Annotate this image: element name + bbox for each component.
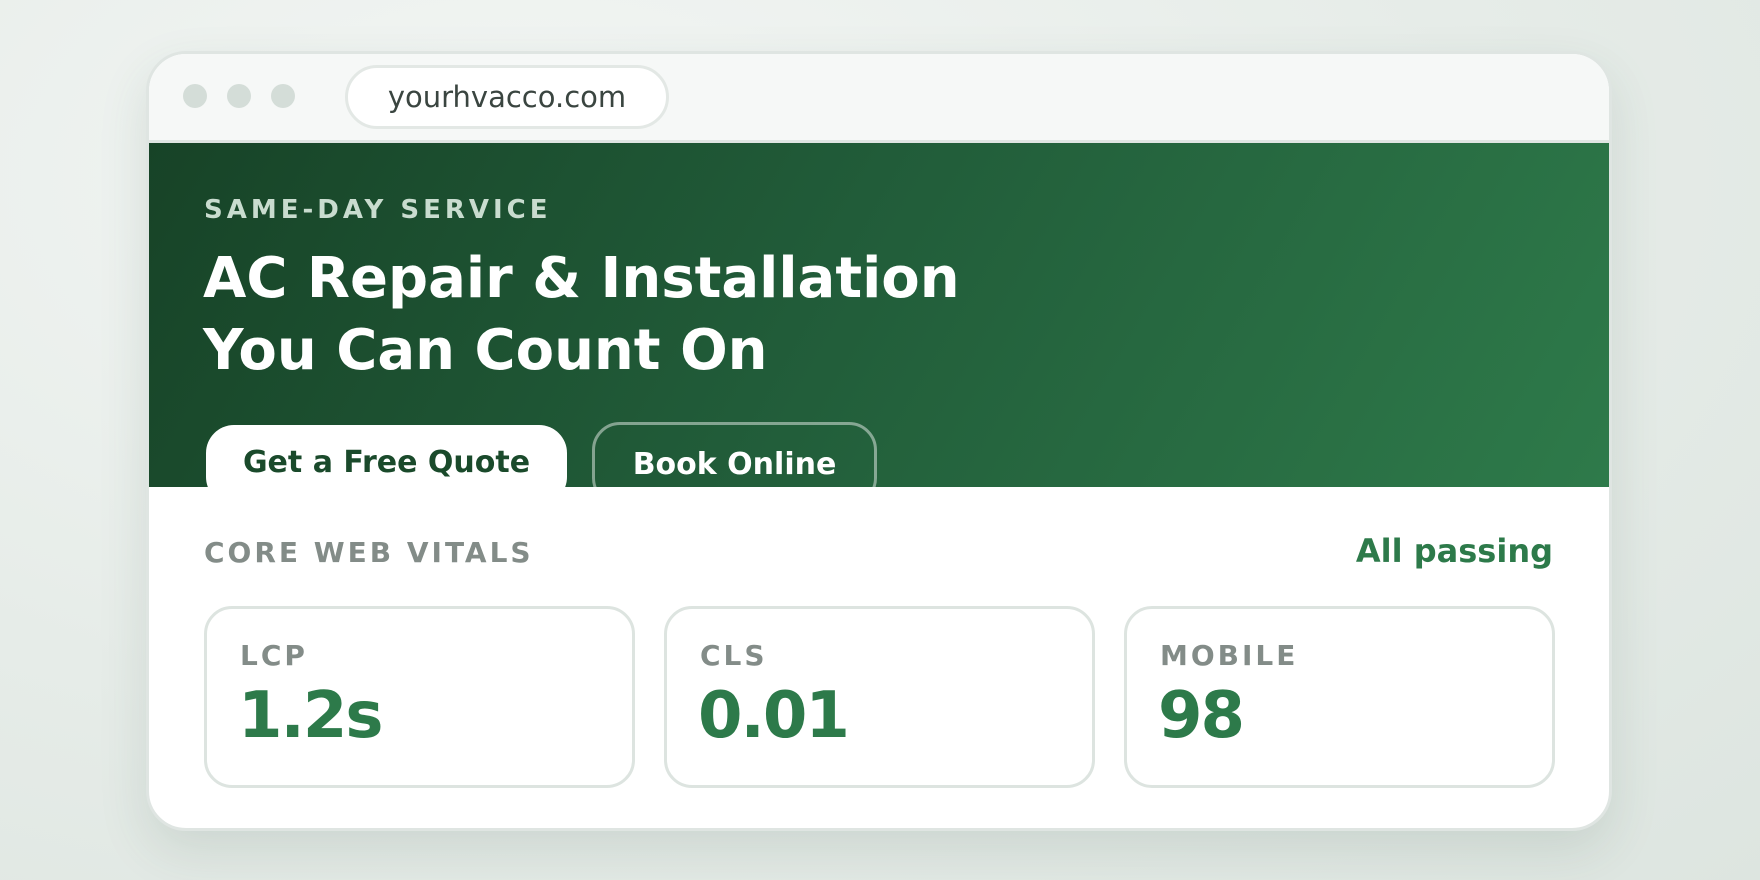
book-online-button[interactable]: Book Online	[592, 422, 877, 487]
core-web-vitals-title: CORE WEB VITALS	[204, 536, 534, 569]
browser-chrome: yourhvacco.com	[149, 54, 1609, 143]
hero-section: SAME-DAY SERVICE AC Repair & Installatio…	[149, 143, 1609, 487]
vital-card-value: 1.2s	[238, 679, 383, 753]
address-bar-url: yourhvacco.com	[387, 80, 627, 114]
browser-window: yourhvacco.com SAME-DAY SERVICE AC Repai…	[146, 51, 1612, 831]
vital-card-cls: CLS 0.01	[664, 606, 1095, 788]
vitals-status-badge: All passing	[1355, 532, 1553, 570]
hero-eyebrow: SAME-DAY SERVICE	[204, 195, 552, 225]
vital-card-label: LCP	[240, 639, 308, 672]
vital-card-label: CLS	[700, 639, 768, 672]
hero-headline: AC Repair & Installation You Can Count O…	[203, 243, 1103, 387]
hero-headline-line-2: You Can Count On	[203, 318, 768, 383]
window-minimize-dot[interactable]	[227, 84, 251, 108]
vital-card-lcp: LCP 1.2s	[204, 606, 635, 788]
vital-card-label: MOBILE	[1160, 639, 1299, 672]
get-free-quote-button[interactable]: Get a Free Quote	[206, 425, 567, 487]
vital-card-value: 98	[1158, 679, 1245, 753]
address-bar[interactable]: yourhvacco.com	[345, 65, 669, 129]
hero-headline-line-1: AC Repair & Installation	[203, 246, 960, 311]
vital-card-mobile: MOBILE 98	[1124, 606, 1555, 788]
vital-card-value: 0.01	[698, 679, 850, 753]
window-close-dot[interactable]	[183, 84, 207, 108]
window-maximize-dot[interactable]	[271, 84, 295, 108]
